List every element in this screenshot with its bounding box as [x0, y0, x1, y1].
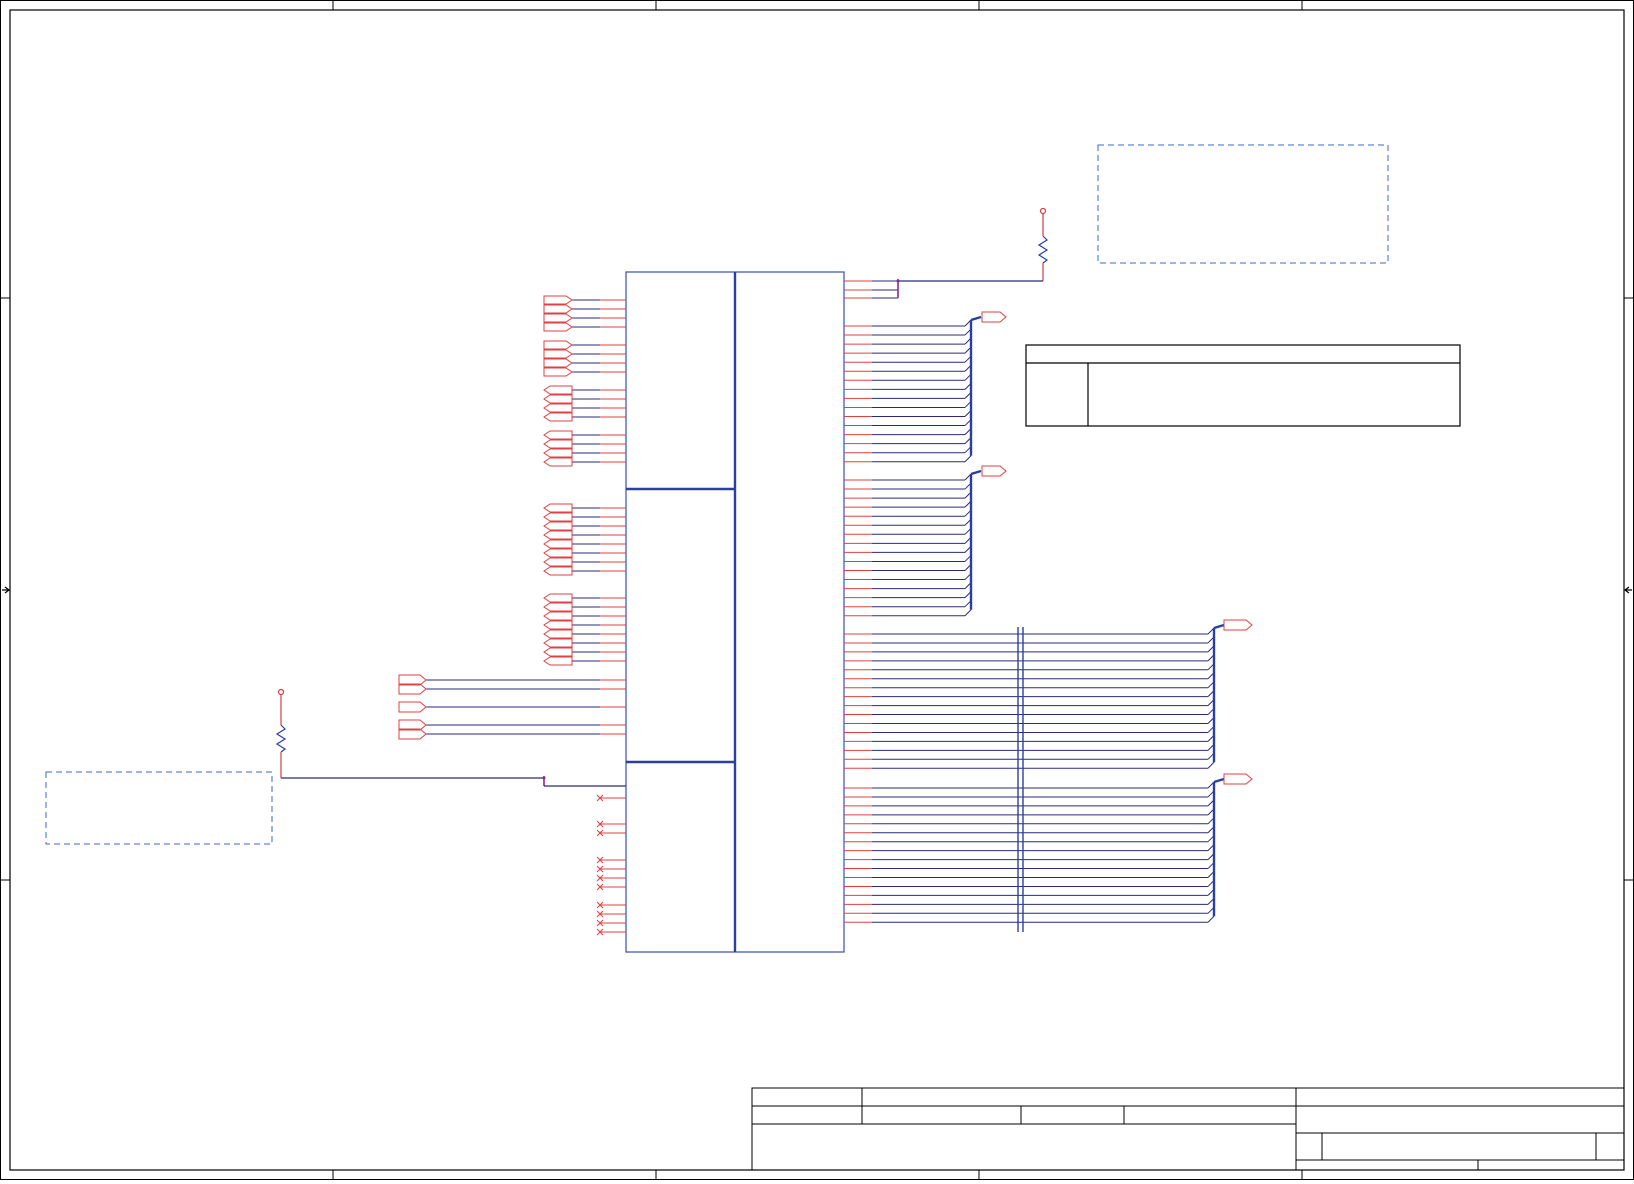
port-icon [543, 647, 573, 657]
right-center-arrow [1624, 586, 1632, 594]
sheet-inner-border [9, 9, 1625, 1171]
no-connect-x-icon [596, 901, 626, 909]
long-bus-group [844, 773, 1253, 923]
title-block [751, 1087, 1625, 1171]
long-bus-group [844, 619, 1253, 769]
zone-ticks [0, 0, 1634, 1180]
port-icon [543, 322, 573, 332]
bus-entry [1207, 915, 1215, 923]
port-icon [398, 701, 427, 713]
port-icon [543, 295, 573, 305]
port-icon [981, 465, 1007, 477]
port-icon [543, 358, 573, 368]
port-icon [543, 367, 573, 377]
port-icon [981, 311, 1007, 323]
port-icon [543, 656, 573, 666]
port-icon [543, 629, 573, 639]
port-icon [543, 548, 573, 558]
no-connect-x-icon [596, 856, 626, 864]
port-icon [1223, 773, 1253, 785]
left-port-group [543, 340, 626, 377]
no-connect-x-icon [596, 928, 626, 936]
note-table [1025, 344, 1461, 427]
bus-line [1213, 777, 1225, 784]
far-port [398, 728, 626, 740]
far-port [398, 674, 626, 686]
port-icon [543, 439, 573, 449]
left-pin-group [398, 295, 626, 740]
resistor-icon [1037, 235, 1049, 264]
port-icon [543, 304, 573, 314]
bus-group [844, 465, 1007, 617]
no-connect-x-icon [596, 865, 626, 873]
port-icon [543, 349, 573, 359]
port-icon [543, 340, 573, 350]
no-connect-x-icon [596, 829, 626, 837]
left-center-arrow [2, 586, 10, 594]
power-symbol-icon [277, 688, 285, 696]
port-icon [543, 448, 573, 458]
no-connect-x-icon [596, 820, 626, 828]
far-port [398, 683, 626, 695]
note-box-bottom-left [45, 771, 273, 845]
bus-entry [964, 609, 972, 617]
no-connect-x-icon [596, 883, 626, 891]
resistor-icon [275, 724, 287, 753]
no-connect-x-icon [596, 910, 626, 918]
port-icon [543, 512, 573, 522]
port-icon [543, 602, 573, 612]
no-connect-x-icon [596, 919, 626, 927]
far-port [398, 701, 626, 713]
left-port-group [543, 430, 626, 467]
port-icon [543, 611, 573, 621]
port-icon [543, 620, 573, 630]
no-connect-group [596, 794, 626, 936]
note-box-top-right [1097, 144, 1389, 264]
port-icon [543, 412, 573, 422]
bus-line [1213, 623, 1225, 630]
port-icon [543, 430, 573, 440]
schematic-sheet [0, 0, 1634, 1180]
bus-line [970, 469, 982, 476]
pullup-resistor-left [275, 688, 626, 787]
port-icon [543, 394, 573, 404]
port-icon [543, 530, 573, 540]
port-icon [543, 521, 573, 531]
far-port [398, 719, 626, 731]
sheet-outer-border [0, 0, 1634, 1180]
bus-line [970, 315, 982, 322]
port-icon [543, 638, 573, 648]
port-icon [543, 403, 573, 413]
left-port-group [543, 295, 626, 332]
bus-group [844, 311, 1007, 463]
right-pin-group [844, 280, 1253, 932]
port-icon [543, 457, 573, 467]
left-port-group [543, 385, 626, 422]
no-connect-x-icon [596, 874, 626, 882]
schematic-canvas [0, 0, 1634, 1180]
bus-entry [1207, 761, 1215, 769]
port-icon [543, 539, 573, 549]
port-icon [543, 503, 573, 513]
no-connect-x-icon [596, 794, 626, 802]
main-ic-component [625, 271, 845, 953]
port-icon [543, 557, 573, 567]
left-port-group [543, 503, 626, 576]
port-icon [543, 385, 573, 395]
left-port-group [543, 593, 626, 666]
port-icon [543, 313, 573, 323]
bus-entry [964, 455, 972, 463]
pullup-resistor-top [896, 207, 1049, 298]
port-icon [543, 566, 573, 576]
power-symbol-icon [1039, 207, 1047, 215]
port-icon [1223, 619, 1253, 631]
port-icon [543, 593, 573, 603]
